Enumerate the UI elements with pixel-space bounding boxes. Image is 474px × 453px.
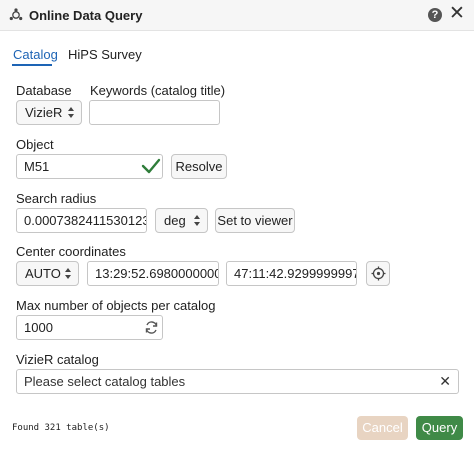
object-label: Object xyxy=(16,137,54,152)
cancel-button[interactable]: Cancel xyxy=(357,416,408,440)
search-radius-input[interactable]: 0.0007382411530123555 xyxy=(16,208,147,233)
database-label: Database xyxy=(16,83,72,98)
select-arrows-icon xyxy=(194,215,200,226)
help-icon[interactable]: ? xyxy=(428,8,442,22)
close-icon[interactable]: ✕ xyxy=(449,4,465,24)
dec-input[interactable]: 47:11:42.9299999997 xyxy=(226,261,357,286)
max-objects-input[interactable]: 1000 xyxy=(16,315,163,340)
coordinate-system-value: AUTO xyxy=(25,266,61,281)
refresh-icon[interactable] xyxy=(144,320,159,335)
set-to-viewer-button[interactable]: Set to viewer xyxy=(215,208,295,233)
radius-unit-select[interactable]: deg xyxy=(155,208,208,233)
select-arrows-icon xyxy=(65,268,71,279)
radius-unit-value: deg xyxy=(164,213,186,228)
window-titlebar: Online Data Query ? ✕ xyxy=(0,0,474,31)
center-coordinates-label: Center coordinates xyxy=(16,244,126,259)
resolve-button[interactable]: Resolve xyxy=(171,154,227,179)
tab-catalog-underline xyxy=(12,64,52,66)
coordinate-system-select[interactable]: AUTO xyxy=(16,261,79,286)
tab-hips-survey[interactable]: HiPS Survey xyxy=(68,47,142,62)
database-select-value: VizieR xyxy=(25,105,63,120)
status-text: Found 321 table(s) xyxy=(12,423,110,433)
select-arrows-icon xyxy=(68,107,74,118)
keywords-input[interactable] xyxy=(89,100,220,125)
crosshair-icon xyxy=(371,266,386,281)
ra-input[interactable]: 13:29:52.6980000000 xyxy=(87,261,219,286)
search-radius-label: Search radius xyxy=(16,191,97,206)
checkmark-icon xyxy=(141,158,161,174)
clear-icon[interactable]: ✕ xyxy=(439,370,451,393)
vizier-catalog-select[interactable]: Please select catalog tables ✕ xyxy=(16,369,459,394)
max-objects-label: Max number of objects per catalog xyxy=(16,298,216,313)
database-select[interactable]: VizieR xyxy=(16,100,82,125)
keywords-label: Keywords (catalog title) xyxy=(90,83,226,98)
pick-center-button[interactable] xyxy=(366,261,390,286)
tab-catalog[interactable]: Catalog xyxy=(13,47,58,62)
vizier-catalog-placeholder: Please select catalog tables xyxy=(24,374,186,389)
window-title: Online Data Query xyxy=(29,8,143,23)
vizier-catalog-label: VizieR catalog xyxy=(16,352,99,367)
app-logo-icon xyxy=(9,8,23,21)
query-button[interactable]: Query xyxy=(416,416,463,440)
